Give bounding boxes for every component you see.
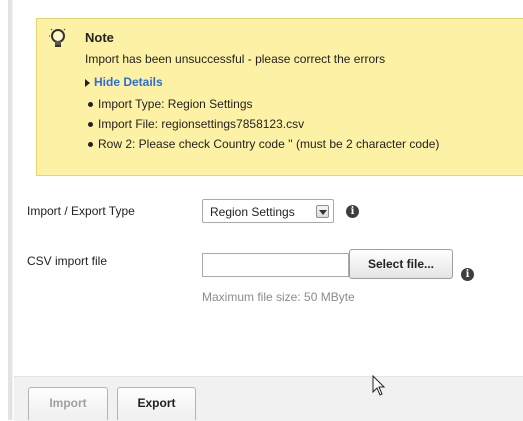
mouse-pointer-icon xyxy=(372,375,386,396)
detail-item: Row 2: Please check Country code '' (mus… xyxy=(85,134,439,154)
note-panel: Note Import has been unsuccessful - plea… xyxy=(36,18,523,176)
import-button[interactable]: Import xyxy=(28,387,108,420)
note-title: Note xyxy=(85,30,114,45)
import-type-select[interactable]: Region Settings xyxy=(202,199,334,223)
note-message: Import has been unsuccessful - please co… xyxy=(85,52,386,66)
csv-file-label: CSV import file xyxy=(27,254,108,268)
import-type-value: Region Settings xyxy=(210,205,295,219)
detail-item: Import File: regionsettings7858123.csv xyxy=(85,114,439,134)
select-file-button[interactable]: Select file... xyxy=(349,249,453,279)
import-type-label: Import / Export Type xyxy=(27,204,135,218)
csv-file-input[interactable] xyxy=(202,253,349,277)
hide-details-label: Hide Details xyxy=(94,75,163,89)
caret-right-icon xyxy=(85,78,90,87)
lightbulb-icon xyxy=(49,28,66,47)
export-button[interactable]: Export xyxy=(117,387,196,420)
error-details-list: Import Type: Region Settings Import File… xyxy=(85,94,439,154)
file-size-hint: Maximum file size: 50 MByte xyxy=(202,290,355,304)
hide-details-link[interactable]: Hide Details xyxy=(85,75,163,89)
detail-item: Import Type: Region Settings xyxy=(85,94,439,114)
info-icon[interactable]: i xyxy=(346,205,359,218)
left-border-inner xyxy=(12,0,13,420)
chevron-down-icon xyxy=(316,205,329,218)
info-icon[interactable]: i xyxy=(461,268,474,281)
